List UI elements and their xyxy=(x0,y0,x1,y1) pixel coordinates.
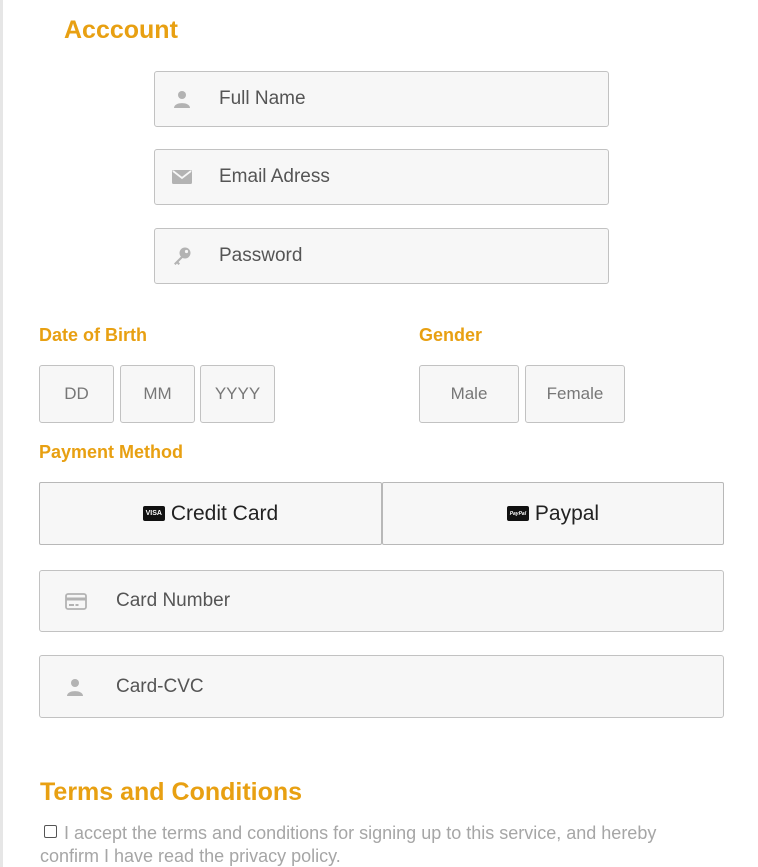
visa-card-icon: VISA xyxy=(142,506,165,521)
paypal-label: Paypal xyxy=(534,501,600,525)
card-number-placeholder: Card Number xyxy=(116,590,231,611)
terms-checkbox[interactable] xyxy=(44,825,57,838)
card-cvc-placeholder: Card-CVC xyxy=(116,675,204,697)
envelope-icon xyxy=(172,167,192,187)
dob-day-input[interactable]: DD xyxy=(39,365,114,423)
gender-label: Gender xyxy=(419,325,483,345)
terms-title: Terms and Conditions xyxy=(40,778,303,806)
full-name-field[interactable]: Full Name xyxy=(154,71,609,127)
paypal-button[interactable]: PayPal Paypal xyxy=(382,482,724,545)
account-title: Acccount xyxy=(64,16,178,44)
page-left-border xyxy=(0,0,3,867)
terms-consent: I accept the terms and conditions for si… xyxy=(40,822,720,867)
credit-card-button[interactable]: VISA Credit Card xyxy=(39,482,382,545)
password-field[interactable]: Password xyxy=(154,228,609,284)
email-field[interactable]: Email Adress xyxy=(154,149,609,205)
gender-male-option[interactable]: Male xyxy=(419,365,519,423)
user-icon xyxy=(172,89,192,109)
dob-label: Date of Birth xyxy=(39,325,147,345)
card-number-field[interactable]: Card Number xyxy=(39,570,724,632)
key-icon xyxy=(172,246,192,266)
password-placeholder: Password xyxy=(219,245,303,266)
email-placeholder: Email Adress xyxy=(219,166,330,187)
dob-month-input[interactable]: MM xyxy=(120,365,195,423)
card-cvc-field[interactable]: Card-CVC xyxy=(39,655,724,718)
credit-card-label: Credit Card xyxy=(170,501,279,525)
paypal-card-icon: PayPal xyxy=(506,506,529,521)
user-icon xyxy=(65,677,85,697)
terms-text: I accept the terms and conditions for si… xyxy=(40,823,657,866)
dob-year-input[interactable]: YYYY xyxy=(200,365,275,423)
full-name-placeholder: Full Name xyxy=(219,88,306,109)
gender-female-option[interactable]: Female xyxy=(525,365,625,423)
payment-method-label: Payment Method xyxy=(39,442,184,462)
credit-card-icon xyxy=(65,591,87,611)
